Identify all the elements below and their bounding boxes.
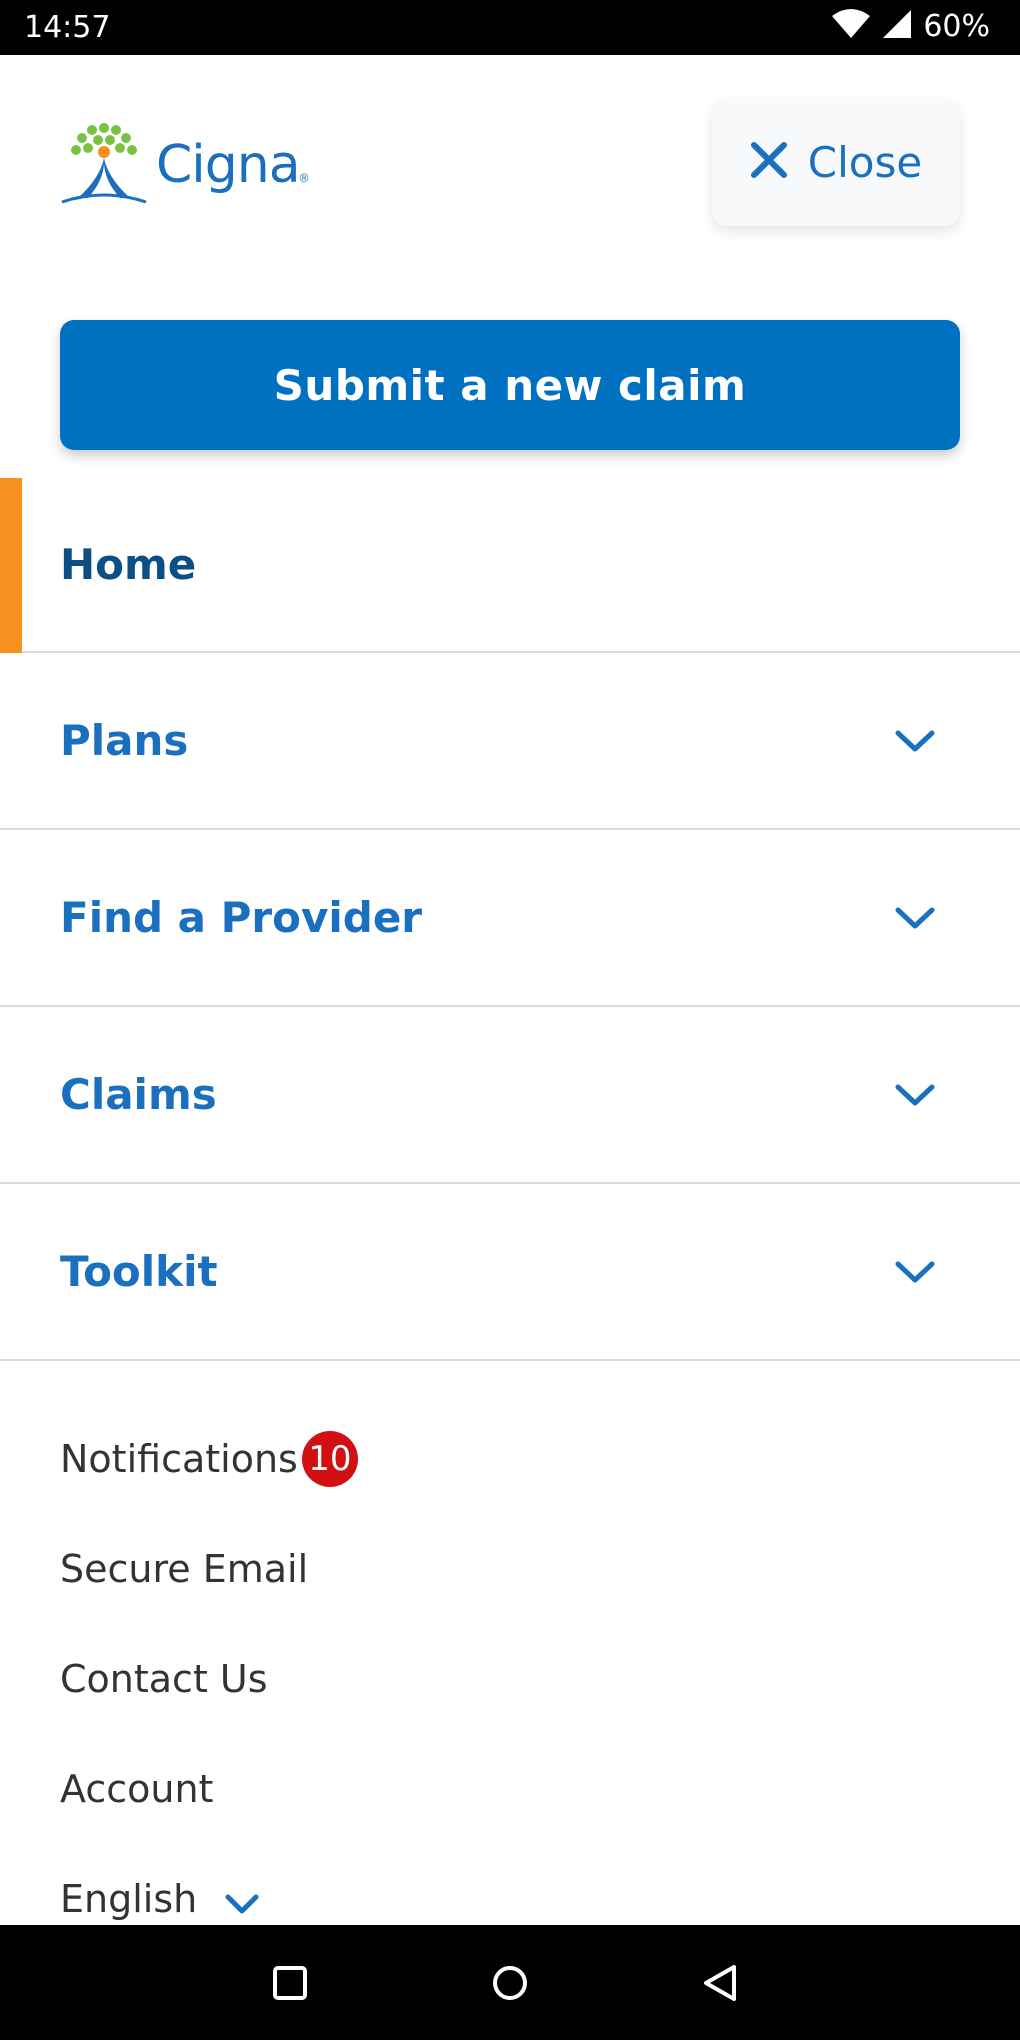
nav-item-label: Find a Provider bbox=[60, 893, 423, 942]
status-bar: 14:57 60% bbox=[0, 0, 1020, 55]
chevron-down-icon bbox=[892, 900, 938, 936]
close-button[interactable]: Close bbox=[712, 98, 960, 226]
brand-name: Cigna bbox=[156, 134, 301, 195]
signal-icon bbox=[881, 8, 913, 45]
active-indicator bbox=[0, 478, 22, 653]
notifications-link[interactable]: Notifications 10 bbox=[60, 1404, 358, 1514]
status-icons: 60% bbox=[831, 8, 990, 45]
system-nav-bar bbox=[0, 1925, 1020, 2040]
nav-item-claims[interactable]: Claims bbox=[0, 1007, 1020, 1184]
submit-claim-label: Submit a new claim bbox=[273, 360, 747, 410]
main-nav: Home Plans Find a Provider Claims Toolki… bbox=[0, 478, 1020, 1361]
secure-email-link[interactable]: Secure Email bbox=[60, 1514, 358, 1624]
language-label: English bbox=[60, 1877, 198, 1921]
contact-us-link[interactable]: Contact Us bbox=[60, 1624, 358, 1734]
secondary-links: Notifications 10 Secure Email Contact Us… bbox=[60, 1404, 358, 1954]
notification-count-badge: 10 bbox=[301, 1431, 358, 1487]
nav-item-toolkit[interactable]: Toolkit bbox=[0, 1184, 1020, 1361]
secure-email-label: Secure Email bbox=[60, 1547, 309, 1591]
home-icon[interactable] bbox=[490, 1963, 530, 2008]
battery-level: 60% bbox=[923, 9, 990, 44]
account-link[interactable]: Account bbox=[60, 1734, 358, 1844]
chevron-down-icon bbox=[223, 1884, 261, 1914]
account-label: Account bbox=[60, 1767, 214, 1811]
nav-item-plans[interactable]: Plans bbox=[0, 653, 1020, 830]
back-icon[interactable] bbox=[700, 1963, 740, 2008]
cigna-logo: Cigna ® bbox=[58, 118, 308, 211]
close-label: Close bbox=[807, 137, 923, 187]
nav-item-label: Home bbox=[60, 540, 197, 589]
contact-us-label: Contact Us bbox=[60, 1657, 268, 1701]
status-time: 14:57 bbox=[24, 10, 111, 45]
chevron-down-icon bbox=[892, 723, 938, 759]
submit-claim-button[interactable]: Submit a new claim bbox=[60, 320, 960, 450]
nav-item-label: Claims bbox=[60, 1070, 217, 1119]
nav-item-label: Toolkit bbox=[60, 1247, 218, 1296]
wifi-icon bbox=[831, 8, 871, 45]
chevron-down-icon bbox=[892, 1077, 938, 1113]
notifications-label: Notifications bbox=[60, 1437, 298, 1481]
close-icon bbox=[750, 141, 788, 184]
tree-of-life-icon bbox=[58, 118, 150, 211]
chevron-down-icon bbox=[892, 1254, 938, 1290]
recent-apps-icon[interactable] bbox=[272, 1965, 308, 2006]
nav-item-find-a-provider[interactable]: Find a Provider bbox=[0, 830, 1020, 1007]
nav-item-label: Plans bbox=[60, 716, 189, 765]
nav-item-home[interactable]: Home bbox=[0, 478, 1020, 653]
